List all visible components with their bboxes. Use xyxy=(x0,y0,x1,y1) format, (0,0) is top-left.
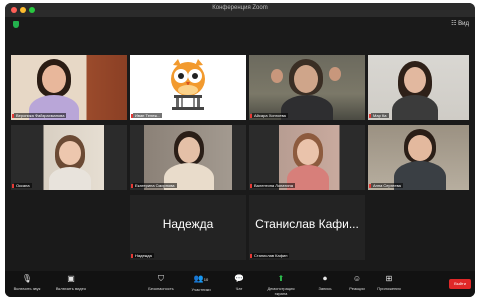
gallery-view: Вероника Файзрахманова Иван Тележ... Айс… xyxy=(5,31,475,263)
apps-label: Приложения xyxy=(377,286,401,291)
people-icon: 👥10 xyxy=(193,274,209,283)
security-button[interactable]: ⛉ Безопасность xyxy=(141,274,181,291)
title-bar: Конференция Zoom xyxy=(5,3,475,17)
mic-icon: 🎙 xyxy=(21,274,33,283)
participant-name: Оксана xyxy=(14,183,32,188)
participants-count: 10 xyxy=(203,277,209,282)
reactions-label: Реакции xyxy=(349,286,365,291)
participant-name: Станислав Кафин xyxy=(252,253,290,258)
view-button[interactable]: ☷ Вид xyxy=(451,20,469,27)
start-video-button[interactable]: ▣ Включить видео xyxy=(51,274,91,291)
leave-meeting-button[interactable]: Выйти xyxy=(449,279,471,289)
record-label: Запись xyxy=(318,286,332,291)
participant-tile[interactable]: Мар Ка xyxy=(368,55,469,120)
start-video-label: Включить видео xyxy=(55,286,87,291)
share-screen-icon: ⬆ xyxy=(277,274,285,283)
share-screen-button[interactable]: ⬆ Демонстрация экрана xyxy=(261,274,301,296)
window-title: Конференция Zoom xyxy=(212,5,268,11)
participant-name: Анна Сергеева xyxy=(371,183,403,188)
participant-tile[interactable]: Иван Тележ... xyxy=(130,55,246,120)
participant-name: Айсара Хонгоева xyxy=(252,113,288,118)
chat-button[interactable]: 💬 Чат xyxy=(219,274,259,291)
participant-name: Екатерина Смирнова xyxy=(133,183,177,188)
participant-name: Мар Ка xyxy=(371,113,389,118)
shield-icon: ⛉ xyxy=(158,274,164,283)
participant-name: Надежда xyxy=(133,253,154,258)
participant-name: Вероника Файзрахманова xyxy=(14,113,67,118)
share-screen-label: Демонстрация экрана xyxy=(267,286,295,296)
participant-tile[interactable]: Екатерина Смирнова xyxy=(130,125,246,190)
participants-button[interactable]: 👥10 Участники xyxy=(181,274,221,292)
encryption-shield-icon[interactable] xyxy=(13,21,19,28)
participant-tile[interactable]: Анна Сергеева xyxy=(368,125,469,190)
meeting-toolbar: 🎙 Включить звук ▣ Включить видео ⛉ Безоп… xyxy=(5,271,475,297)
participant-tile-active-speaker[interactable]: Айсара Хонгоева xyxy=(249,55,365,120)
participant-tile[interactable]: Оксана xyxy=(11,125,127,190)
chat-icon: 💬 xyxy=(234,274,244,283)
unmute-button[interactable]: 🎙 Включить звук xyxy=(7,274,47,291)
security-label: Безопасность xyxy=(148,286,174,291)
chat-label: Чат xyxy=(235,286,243,291)
apps-button[interactable]: ⊞ Приложения xyxy=(369,274,409,291)
apps-icon: ⊞ xyxy=(385,274,393,283)
participant-tile[interactable]: Вероника Файзрахманова xyxy=(11,55,127,120)
participant-tile[interactable]: Валентина Лопатина xyxy=(249,125,365,190)
participant-name: Валентина Лопатина xyxy=(252,183,295,188)
unmute-label: Включить звук xyxy=(13,286,41,291)
participant-name: Иван Тележ... xyxy=(133,113,163,118)
participant-tile[interactable]: Станислав Кафи... Станислав Кафин xyxy=(249,195,365,260)
video-icon: ▣ xyxy=(67,274,75,283)
zoom-window: Конференция Zoom ☷ Вид Вероника Файзрахм… xyxy=(5,3,475,297)
participant-big-name: Станислав Кафи... xyxy=(255,217,359,231)
participant-big-name: Надежда xyxy=(162,217,214,231)
participants-label: Участники xyxy=(191,287,211,292)
owl-avatar-icon xyxy=(171,59,205,110)
participant-tile[interactable]: Надежда Надежда xyxy=(130,195,246,260)
